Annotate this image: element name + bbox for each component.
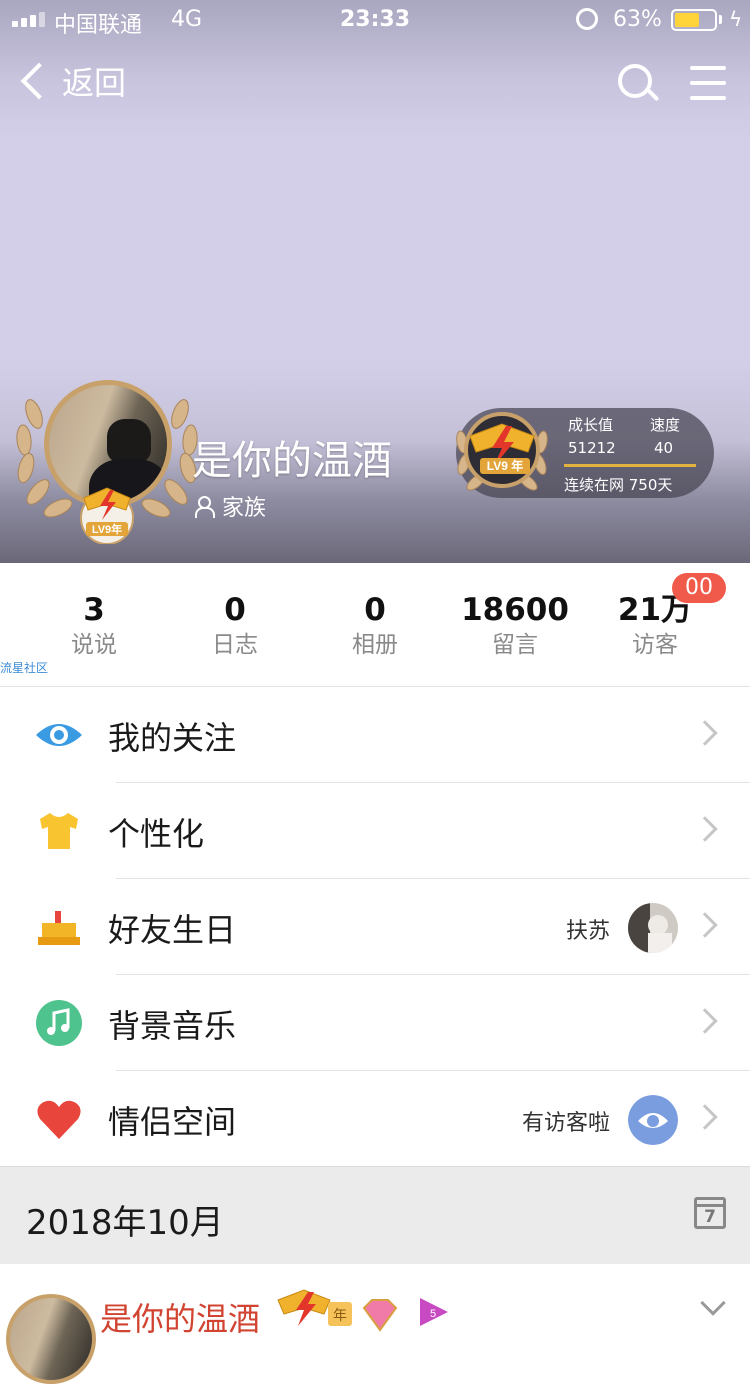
heart-icon — [37, 1100, 81, 1139]
battery-percent: 63% — [613, 7, 662, 32]
chevron-right-icon — [692, 912, 718, 938]
profile-name: 是你的温酒 — [192, 438, 392, 484]
growth-progress-bar — [564, 464, 696, 467]
chevron-down-icon[interactable] — [700, 1290, 726, 1316]
search-icon — [618, 64, 652, 98]
chevron-right-icon — [692, 1008, 718, 1034]
stat-label: 说说 — [71, 632, 117, 658]
calendar-icon[interactable]: 7 — [694, 1197, 726, 1229]
charging-icon: ϟ — [729, 7, 743, 31]
friend-avatar — [628, 903, 678, 953]
chevron-left-icon — [20, 62, 58, 100]
feed-item: 是你的温酒 年 5 — [0, 1264, 750, 1384]
svg-text:LV9年: LV9年 — [92, 522, 122, 536]
menu-item-following[interactable]: 我的关注 — [0, 687, 750, 783]
menu-button[interactable] — [690, 66, 726, 100]
menu-item-label: 情侣空间 — [108, 1103, 237, 1141]
speed-value: 40 — [654, 439, 674, 457]
stats-bar: 3 说说 0 日志 0 相册 18600 留言 21万 访客 00 流星社区 — [0, 563, 750, 687]
stat-label: 相册 — [352, 632, 398, 658]
profile-cover: 中国联通 4G 23:33 63% ϟ 返回 LV9年 是你的温酒 家族 LV9… — [0, 0, 750, 563]
vip-medal-icon: LV9 年 — [456, 412, 548, 491]
svg-text:5: 5 — [430, 1308, 436, 1320]
month-header: 2018年10月 7 — [0, 1166, 750, 1264]
chevron-right-icon — [692, 720, 718, 746]
chevron-right-icon — [692, 1104, 718, 1130]
visitor-eye-icon — [628, 1095, 678, 1145]
video-level-icon: 5 — [420, 1298, 448, 1326]
growth-value: 51212 — [568, 439, 616, 457]
avatar[interactable]: LV9年 — [12, 374, 202, 550]
person-icon — [194, 496, 215, 518]
music-icon — [36, 1000, 82, 1046]
cake-icon — [38, 911, 80, 945]
battery-tip — [719, 15, 722, 24]
stat-label: 日志 — [212, 632, 258, 658]
eye-icon — [36, 724, 82, 746]
menu-item-label: 好友生日 — [108, 911, 237, 949]
menu-item-personalize[interactable]: 个性化 — [0, 783, 750, 879]
stat-value: 3 — [83, 592, 105, 628]
vip-year-badge-icon: 年 — [277, 1289, 352, 1326]
stat-messages[interactable]: 18600 留言 — [445, 591, 585, 661]
chevron-right-icon — [692, 816, 718, 842]
svg-text:年: 年 — [333, 1307, 347, 1323]
online-days: 连续在网 750天 — [564, 476, 673, 494]
stat-posts[interactable]: 3 说说 — [24, 591, 164, 661]
stat-albums[interactable]: 0 相册 — [305, 591, 445, 661]
stat-label: 访客 — [632, 632, 678, 658]
menu-item-music[interactable]: 背景音乐 — [0, 975, 750, 1071]
svg-text:LV9 年: LV9 年 — [487, 458, 523, 473]
tshirt-icon — [40, 813, 78, 849]
growth-label: 成长值 — [568, 416, 614, 434]
stat-blogs[interactable]: 0 日志 — [165, 591, 305, 661]
menu-list: 我的关注 个性化 好友生日 扶苏 背景音乐 情侣空间 有访客啦 — [0, 687, 750, 1167]
search-button[interactable] — [616, 62, 660, 106]
back-label: 返回 — [62, 64, 127, 102]
battery-icon — [671, 9, 717, 31]
stat-label: 留言 — [492, 632, 538, 658]
family-link[interactable]: 家族 — [194, 490, 266, 522]
menu-item-couple-space[interactable]: 情侣空间 有访客啦 — [0, 1071, 750, 1167]
menu-item-label: 背景音乐 — [108, 1007, 237, 1045]
level-medal-icon: LV9年 — [80, 487, 134, 544]
watermark-text: 流星社区 — [0, 661, 49, 675]
menu-item-birthday[interactable]: 好友生日 扶苏 — [0, 879, 750, 975]
month-label: 2018年10月 — [26, 1203, 224, 1243]
stat-value: 0 — [224, 592, 246, 628]
status-bar: 中国联通 4G 23:33 63% ϟ — [0, 0, 750, 40]
visitor-badge: 00 — [672, 573, 726, 603]
birthday-friend-name: 扶苏 — [565, 919, 610, 944]
diamond-icon — [362, 1299, 398, 1332]
speed-label: 速度 — [650, 416, 681, 434]
menu-item-label: 我的关注 — [108, 719, 237, 757]
feed-author-name[interactable]: 是你的温酒 — [100, 1294, 260, 1340]
family-label: 家族 — [222, 496, 267, 521]
rotation-lock-icon — [576, 8, 598, 30]
menu-item-label: 个性化 — [108, 815, 205, 853]
stat-value: 0 — [364, 592, 386, 628]
feed-avatar[interactable] — [6, 1294, 96, 1384]
growth-card[interactable]: LV9 年 成长值 速度 51212 40 连续在网 750天 — [456, 408, 714, 498]
stat-value: 18600 — [461, 592, 569, 628]
visitor-notice: 有访客啦 — [521, 1111, 610, 1136]
back-button[interactable]: 返回 — [14, 58, 126, 104]
